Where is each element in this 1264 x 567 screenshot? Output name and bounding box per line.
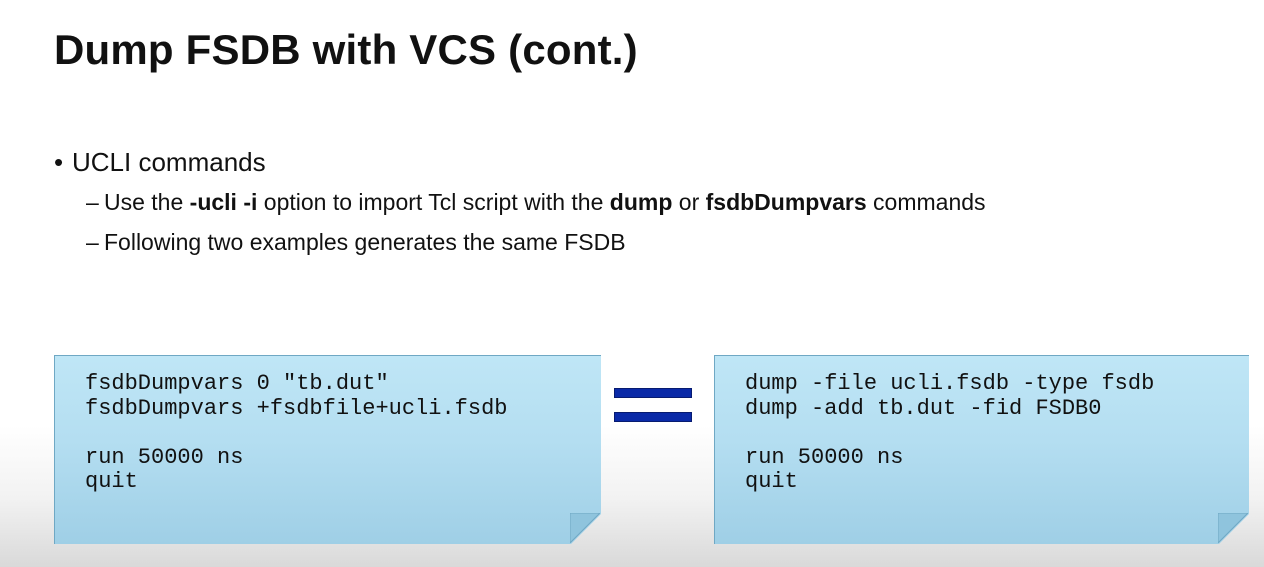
- code-line: fsdbDumpvars 0 "tb.dut": [85, 371, 389, 396]
- sub-bullet-two-examples: – Following two examples generates the sa…: [86, 228, 1234, 256]
- command-fsdbdumpvars: fsdbDumpvars: [705, 189, 867, 215]
- bullet-list: • UCLI commands – Use the -ucli -i option …: [54, 146, 1234, 256]
- code-box-fsdbdumpvars: fsdbDumpvars 0 "tb.dut" fsdbDumpvars +fs…: [54, 355, 601, 544]
- sub-bullet-ucli-option: – Use the -ucli -i option to import Tcl s…: [86, 188, 1234, 216]
- code-line: dump -add tb.dut -fid FSDB0: [745, 395, 1102, 421]
- code-line: run 50000 ns: [745, 444, 904, 470]
- sub-bullet-text-part: option to import Tcl script with the: [257, 189, 610, 215]
- slide-title: Dump FSDB with VCS (cont.): [54, 26, 638, 73]
- code-line: run 50000 ns: [85, 444, 244, 470]
- equals-sign-icon: [614, 388, 692, 424]
- code-block-left: fsdbDumpvars 0 "tb.dut" fsdbDumpvars +fs…: [85, 372, 507, 495]
- code-line: quit: [85, 469, 138, 494]
- code-block-right: dump -file ucli.fsdb -type fsdb dump -ad…: [745, 372, 1154, 495]
- code-line: quit: [745, 469, 798, 494]
- command-dump: dump: [609, 189, 673, 215]
- sub-bullet-text-part: commands: [866, 189, 986, 215]
- sub-bullet-text-part: or: [672, 189, 706, 215]
- bullet-ucli-commands: • UCLI commands: [54, 146, 1234, 178]
- sub-bullet-text-part: Use the: [104, 189, 190, 215]
- page-curl-icon: [570, 513, 600, 543]
- sub-bullet-marker: –: [86, 189, 99, 215]
- page-curl-icon: [1218, 513, 1248, 543]
- bullet-marker: •: [54, 147, 64, 177]
- code-line: dump -file ucli.fsdb -type fsdb: [745, 371, 1155, 396]
- sub-bullet-marker: –: [86, 229, 99, 255]
- code-line: fsdbDumpvars +fsdbfile+ucli.fsdb: [85, 395, 508, 421]
- equals-bar-top: [614, 388, 692, 398]
- equals-bar-bottom: [614, 412, 692, 422]
- option-ucli-i: -ucli -i: [189, 189, 258, 215]
- sub-bullet-text: Following two examples generates the sam…: [104, 229, 626, 255]
- bullet-text: UCLI commands: [72, 147, 266, 177]
- code-box-dump: dump -file ucli.fsdb -type fsdb dump -ad…: [714, 355, 1249, 544]
